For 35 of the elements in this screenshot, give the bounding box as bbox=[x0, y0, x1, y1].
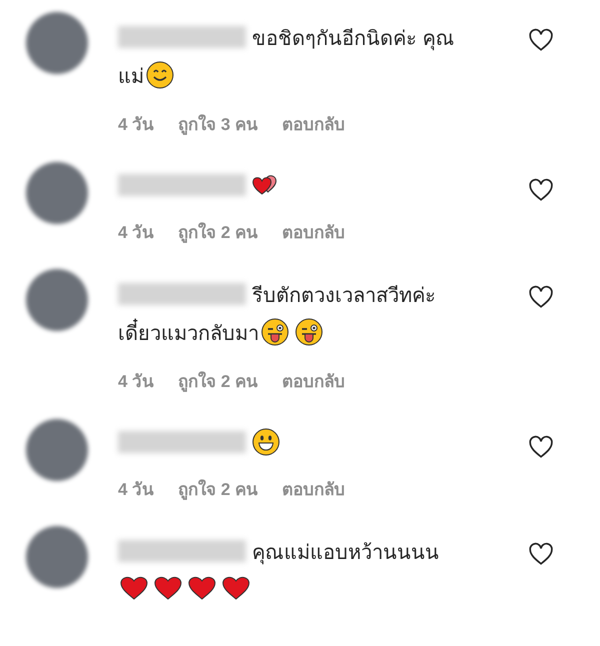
like-count[interactable]: ถูกใจ 2 คน bbox=[178, 369, 258, 394]
heart-icon bbox=[222, 574, 250, 601]
smiling-face-icon bbox=[146, 61, 174, 89]
avatar-placeholder[interactable] bbox=[26, 12, 88, 74]
heart-icon bbox=[154, 574, 182, 601]
avatar-placeholder[interactable] bbox=[26, 269, 88, 331]
comment-text: แม่ bbox=[118, 65, 144, 90]
reply-link[interactable]: ตอบกลับ bbox=[282, 112, 346, 138]
like-button[interactable] bbox=[528, 434, 554, 458]
comment-age: 4 วัน bbox=[118, 371, 154, 393]
reply-link[interactable]: ตอบกลับ bbox=[282, 220, 346, 245]
avatar-placeholder[interactable] bbox=[26, 526, 88, 588]
winking-tongue-face-icon bbox=[261, 318, 289, 346]
comment-age: 4 วัน bbox=[118, 114, 154, 136]
like-button[interactable] bbox=[528, 542, 554, 566]
like-count[interactable]: ถูกใจ 2 คน bbox=[178, 476, 258, 502]
comment-age: 4 วัน bbox=[118, 478, 154, 500]
like-button[interactable] bbox=[528, 28, 554, 52]
like-button[interactable] bbox=[528, 285, 554, 309]
grinning-face-icon bbox=[252, 428, 280, 456]
comment-age: 4 วัน bbox=[118, 222, 154, 244]
like-count[interactable]: ถูกใจ 3 คน bbox=[178, 112, 258, 138]
comment-text: เดี๋ยวแมวกลับมา bbox=[118, 313, 259, 351]
reply-link[interactable]: ตอบกลับ bbox=[282, 369, 346, 394]
comment-text: ขอชิดๆกันอีกนิดค่ะ คุณ bbox=[252, 27, 455, 52]
like-count[interactable]: ถูกใจ 2 คน bbox=[178, 220, 258, 245]
heart-icon bbox=[188, 574, 216, 601]
comment-text: รีบตักตวงเวลาสวีทค่ะ bbox=[252, 284, 436, 309]
reply-link[interactable]: ตอบกลับ bbox=[282, 476, 346, 502]
winking-tongue-face-icon bbox=[295, 318, 323, 346]
heart-icon bbox=[120, 574, 148, 601]
comment-text: คุณแม่แอบหว้านนนน bbox=[252, 541, 439, 566]
avatar-placeholder[interactable] bbox=[26, 162, 88, 224]
like-button[interactable] bbox=[528, 178, 554, 202]
avatar-placeholder[interactable] bbox=[26, 418, 88, 480]
